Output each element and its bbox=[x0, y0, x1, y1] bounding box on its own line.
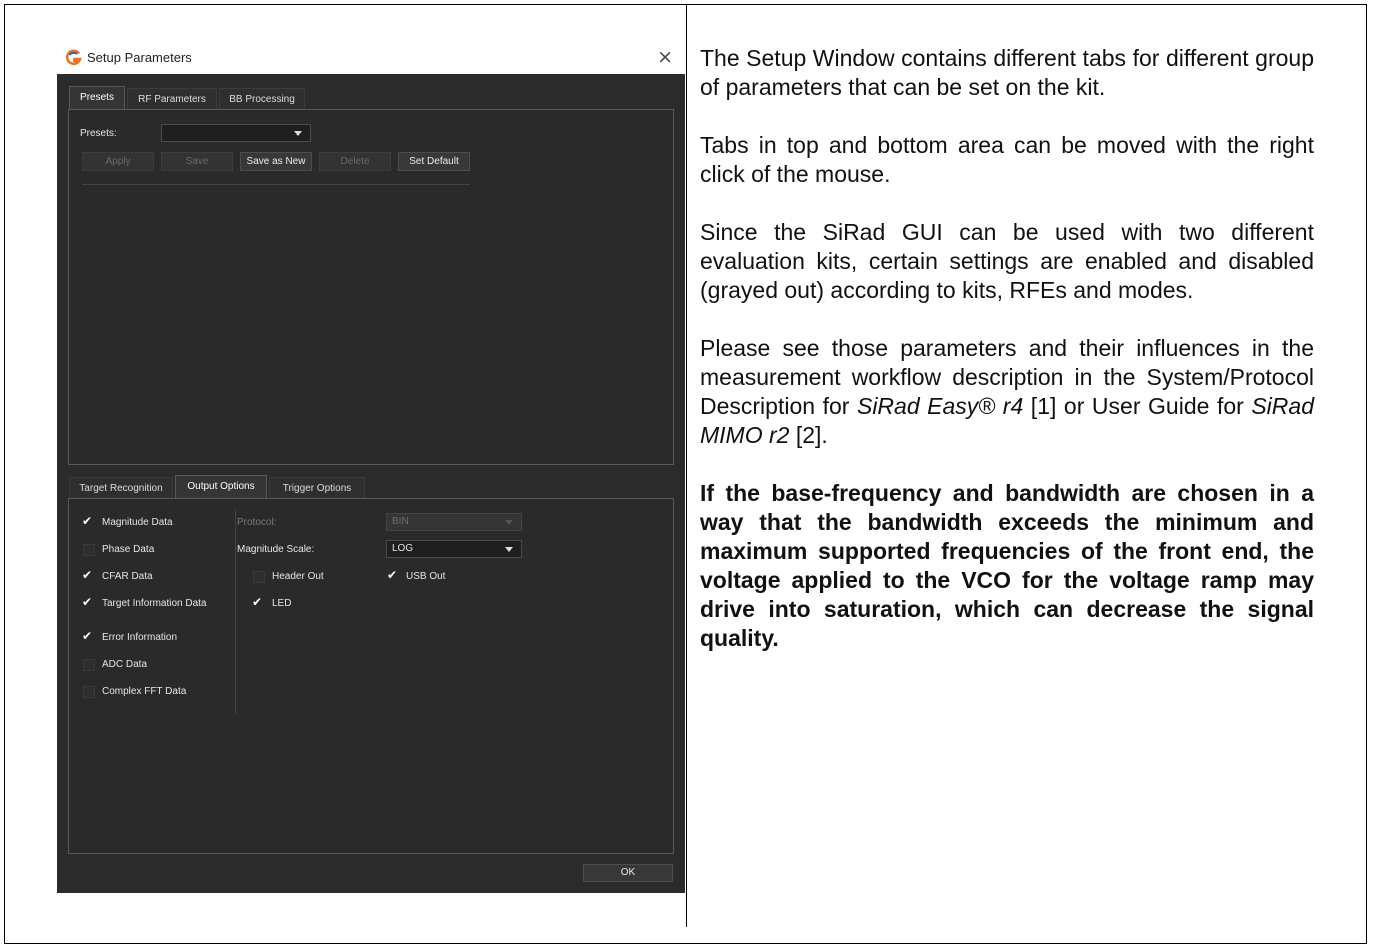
chevron-down-icon bbox=[505, 547, 513, 552]
description-text: The Setup Window contains different tabs… bbox=[700, 44, 1314, 682]
cfar-data-checkbox[interactable] bbox=[82, 568, 95, 583]
presets-panel: Presets: Apply Save Save as New Delete S… bbox=[68, 109, 674, 465]
target-information-data-checkbox[interactable] bbox=[82, 595, 95, 610]
chevron-down-icon bbox=[294, 131, 302, 136]
column-divider bbox=[686, 4, 687, 927]
delete-button[interactable]: Delete bbox=[319, 152, 391, 171]
adc-data-label: ADC Data bbox=[102, 659, 148, 670]
magnitude-scale-label: Magnitude Scale: bbox=[237, 544, 315, 555]
magnitude-scale-value: LOG bbox=[392, 543, 414, 554]
magnitude-scale-select[interactable]: LOG bbox=[386, 540, 522, 558]
paragraph-references: Please see those parameters and their in… bbox=[700, 334, 1314, 450]
target-information-data-label: Target Information Data bbox=[102, 598, 207, 609]
magnitude-data-label: Magnitude Data bbox=[102, 517, 173, 528]
usb-out-label: USB Out bbox=[406, 571, 446, 582]
dialog-title: Setup Parameters bbox=[87, 50, 192, 65]
options-separator bbox=[235, 509, 236, 714]
tab-rf-parameters[interactable]: RF Parameters bbox=[127, 88, 217, 110]
ref-text-c: [1] or User Guide for bbox=[1023, 393, 1252, 419]
set-default-button[interactable]: Set Default bbox=[398, 152, 470, 171]
save-as-new-button[interactable]: Save as New bbox=[240, 152, 312, 171]
apply-button[interactable]: Apply bbox=[82, 152, 154, 171]
ok-button[interactable]: OK bbox=[583, 864, 673, 882]
tab-output-options[interactable]: Output Options bbox=[175, 475, 267, 499]
complex-fft-data-label: Complex FFT Data bbox=[102, 686, 187, 697]
protocol-label: Protocol: bbox=[237, 517, 277, 528]
adc-data-checkbox[interactable] bbox=[83, 659, 95, 671]
tab-target-recognition[interactable]: Target Recognition bbox=[69, 477, 173, 499]
ref-text-e: [2]. bbox=[789, 422, 828, 448]
error-information-label: Error Information bbox=[102, 632, 178, 643]
chevron-down-icon bbox=[505, 520, 513, 525]
phase-data-label: Phase Data bbox=[102, 544, 155, 555]
magnitude-data-checkbox[interactable] bbox=[82, 514, 95, 529]
close-icon[interactable]: × bbox=[657, 46, 673, 68]
paragraph-warning: If the base-frequency and bandwidth are … bbox=[700, 480, 1314, 651]
dialog-titlebar: Setup Parameters × bbox=[57, 42, 685, 74]
sirad-logo-icon bbox=[65, 49, 82, 66]
output-options-panel: Magnitude Data Phase Data CFAR Data Targ… bbox=[68, 498, 674, 854]
error-information-checkbox[interactable] bbox=[82, 629, 95, 644]
cfar-data-label: CFAR Data bbox=[102, 571, 153, 582]
ref-sirad-easy: SiRad Easy® r4 bbox=[856, 393, 1024, 419]
paragraph-kits: Since the SiRad GUI can be used with two… bbox=[700, 219, 1314, 303]
paragraph-tabs-moving: Tabs in top and bottom area can be moved… bbox=[700, 132, 1314, 187]
led-label: LED bbox=[272, 598, 292, 609]
phase-data-checkbox[interactable] bbox=[83, 544, 95, 556]
usb-out-checkbox[interactable] bbox=[387, 568, 400, 583]
protocol-select-value: BIN bbox=[392, 516, 409, 527]
paragraph-setup-window: The Setup Window contains different tabs… bbox=[700, 45, 1314, 100]
presets-label: Presets: bbox=[80, 128, 117, 139]
tab-presets[interactable]: Presets bbox=[69, 86, 125, 110]
presets-separator bbox=[82, 184, 470, 185]
led-checkbox[interactable] bbox=[252, 595, 265, 610]
header-out-checkbox[interactable] bbox=[253, 571, 265, 583]
save-button[interactable]: Save bbox=[161, 152, 233, 171]
header-out-label: Header Out bbox=[272, 571, 324, 582]
protocol-select[interactable]: BIN bbox=[386, 513, 522, 531]
presets-select[interactable] bbox=[161, 124, 311, 142]
tab-trigger-options[interactable]: Trigger Options bbox=[269, 477, 365, 499]
tab-bb-processing[interactable]: BB Processing bbox=[219, 88, 305, 110]
setup-parameters-dialog: Setup Parameters × Presets RF Parameters… bbox=[57, 42, 685, 893]
complex-fft-data-checkbox[interactable] bbox=[83, 686, 95, 698]
